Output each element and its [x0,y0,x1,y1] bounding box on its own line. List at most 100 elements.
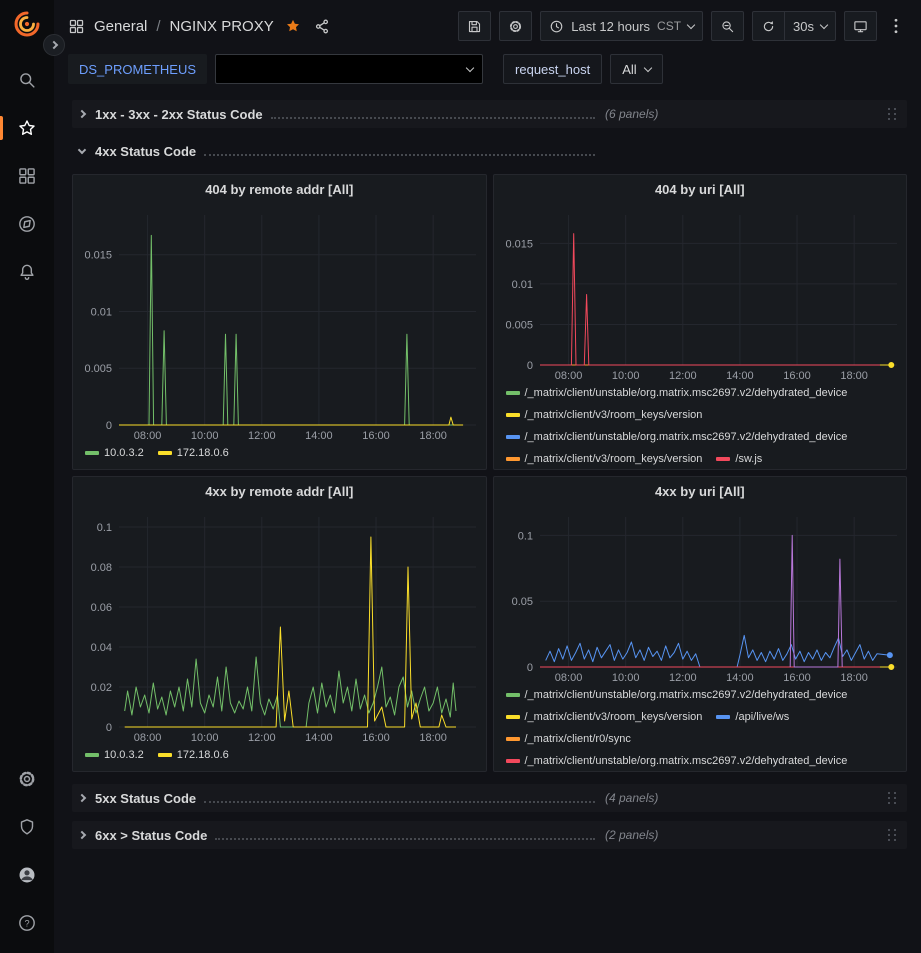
timeseries-chart[interactable]: 08:0010:0012:0014:0016:0018:0000.050.1 [494,507,907,685]
panel-title[interactable]: 4xx by remote addr [All] [73,477,486,507]
legend-swatch [158,451,172,455]
svg-text:18:00: 18:00 [419,732,447,744]
sidebar-item-server-admin[interactable] [0,803,54,851]
breadcrumb-dashboard-title[interactable]: NGINX PROXY [170,18,274,35]
svg-text:14:00: 14:00 [726,672,754,684]
main-area: General / NGINX PROXY L [54,0,921,953]
legend-item[interactable]: /api/live/ws [716,707,789,727]
time-range-label: Last 12 hours [571,19,650,34]
row-title: 1xx - 3xx - 2xx Status Code [95,107,263,122]
timeseries-chart[interactable]: 08:0010:0012:0014:0016:0018:0000.0050.01… [73,205,486,443]
apps-grid-icon [68,18,85,35]
legend-item[interactable]: /_matrix/client/v3/room_keys/version [506,707,703,727]
sidebar-expand-button[interactable] [43,34,65,56]
svg-text:0.06: 0.06 [91,602,112,614]
sidebar-item-profile[interactable] [0,851,54,899]
datasource-select[interactable] [215,54,483,84]
panel-title[interactable]: 4xx by uri [All] [494,477,907,507]
compass-icon [17,214,37,234]
legend-item[interactable]: /_matrix/client/unstable/org.matrix.msc2… [506,751,848,771]
legend-swatch [158,753,172,757]
svg-text:12:00: 12:00 [669,370,697,382]
sidebar-item-configuration[interactable] [0,755,54,803]
legend-item[interactable]: /_matrix/client/v3/room_keys/version [506,405,703,425]
time-range-picker[interactable]: Last 12 hours CST [540,11,703,41]
legend-item[interactable]: /_matrix/client/r0/sync [506,729,631,749]
request-host-select[interactable]: All [610,54,662,84]
row-drag-handle[interactable] [888,108,897,121]
svg-text:?: ? [24,918,29,928]
more-options-button[interactable] [885,17,907,35]
row-title: 4xx Status Code [95,144,196,159]
timeseries-chart[interactable]: 08:0010:0012:0014:0016:0018:0000.0050.01… [494,205,907,383]
legend-item[interactable]: 172.18.0.6 [158,443,229,463]
chevron-down-icon [78,145,86,153]
svg-text:0.005: 0.005 [84,363,112,375]
svg-text:0.1: 0.1 [517,530,532,542]
dashboard-settings-button[interactable] [499,11,532,41]
sidebar-item-starred[interactable] [0,104,54,152]
svg-text:12:00: 12:00 [248,732,276,744]
sidebar-item-help[interactable]: ? [0,899,54,947]
legend-item[interactable]: 172.18.0.6 [158,745,229,765]
legend-item[interactable]: /_matrix/client/v3/room_keys/version [506,449,703,469]
svg-text:08:00: 08:00 [134,430,162,442]
svg-text:16:00: 16:00 [783,370,811,382]
svg-text:0.08: 0.08 [91,562,112,574]
svg-text:14:00: 14:00 [305,732,333,744]
row-drag-handle[interactable] [888,829,897,842]
sidebar-item-search[interactable] [0,56,54,104]
request-host-variable-label: request_host [503,54,602,84]
search-icon [17,70,37,90]
legend-item[interactable]: /_matrix/client/unstable/org.matrix.msc2… [506,383,848,403]
row-title: 6xx > Status Code [95,828,207,843]
legend-item[interactable]: /sw.js [716,449,762,469]
row-1xx-3xx-2xx[interactable]: 1xx - 3xx - 2xx Status Code (6 panels) [72,100,907,128]
sidebar-item-dashboards[interactable] [0,152,54,200]
row-5xx[interactable]: 5xx Status Code (4 panels) [72,784,907,812]
svg-text:16:00: 16:00 [362,430,390,442]
chevron-down-icon [643,63,651,71]
legend-swatch [85,753,99,757]
svg-text:10:00: 10:00 [191,732,219,744]
bell-icon [17,262,37,282]
chevron-right-icon [50,41,58,49]
row-drag-handle[interactable] [888,792,897,805]
panel-title[interactable]: 404 by uri [All] [494,175,907,205]
svg-text:18:00: 18:00 [840,370,868,382]
legend-item[interactable]: 10.0.3.2 [85,443,144,463]
grafana-logo[interactable] [13,10,41,38]
zoom-out-time-button[interactable] [711,11,744,41]
refresh-dashboard-button[interactable] [752,11,784,41]
legend-swatch [85,451,99,455]
legend-item[interactable]: /_matrix/client/unstable/org.matrix.msc2… [506,685,848,705]
timeseries-chart[interactable]: 08:0010:0012:0014:0016:0018:0000.020.040… [73,507,486,745]
legend-item[interactable]: 10.0.3.2 [85,745,144,765]
sidebar-item-alerting[interactable] [0,248,54,296]
legend-item[interactable]: /_matrix/client/unstable/org.matrix.msc2… [506,427,848,447]
share-dashboard-button[interactable] [312,16,333,37]
legend-swatch [506,391,520,395]
dotted-leader [204,801,595,803]
refresh-group: 30s [752,11,836,41]
panel-title[interactable]: 404 by remote addr [All] [73,175,486,205]
chevron-down-icon [466,63,474,71]
panel-legend: 10.0.3.2 172.18.0.6 [73,745,486,771]
sidebar-item-explore[interactable] [0,200,54,248]
cycle-view-mode-button[interactable] [844,11,877,41]
svg-text:14:00: 14:00 [726,370,754,382]
favorite-star-button[interactable] [283,16,303,36]
refresh-interval-picker[interactable]: 30s [784,11,836,41]
svg-text:0: 0 [106,420,112,432]
dotted-leader [215,838,595,840]
breadcrumb-section[interactable]: General [94,18,147,35]
row-6xx[interactable]: 6xx > Status Code (2 panels) [72,821,907,849]
chevron-down-icon [820,20,828,28]
row-panel-count: (2 panels) [605,828,658,842]
timezone-label: CST [657,19,681,33]
save-dashboard-button[interactable] [458,11,491,41]
svg-text:10:00: 10:00 [191,430,219,442]
svg-text:18:00: 18:00 [840,672,868,684]
panel-404-by-uri: 404 by uri [All] 08:0010:0012:0014:0016:… [493,174,908,470]
row-4xx[interactable]: 4xx Status Code [72,137,907,165]
